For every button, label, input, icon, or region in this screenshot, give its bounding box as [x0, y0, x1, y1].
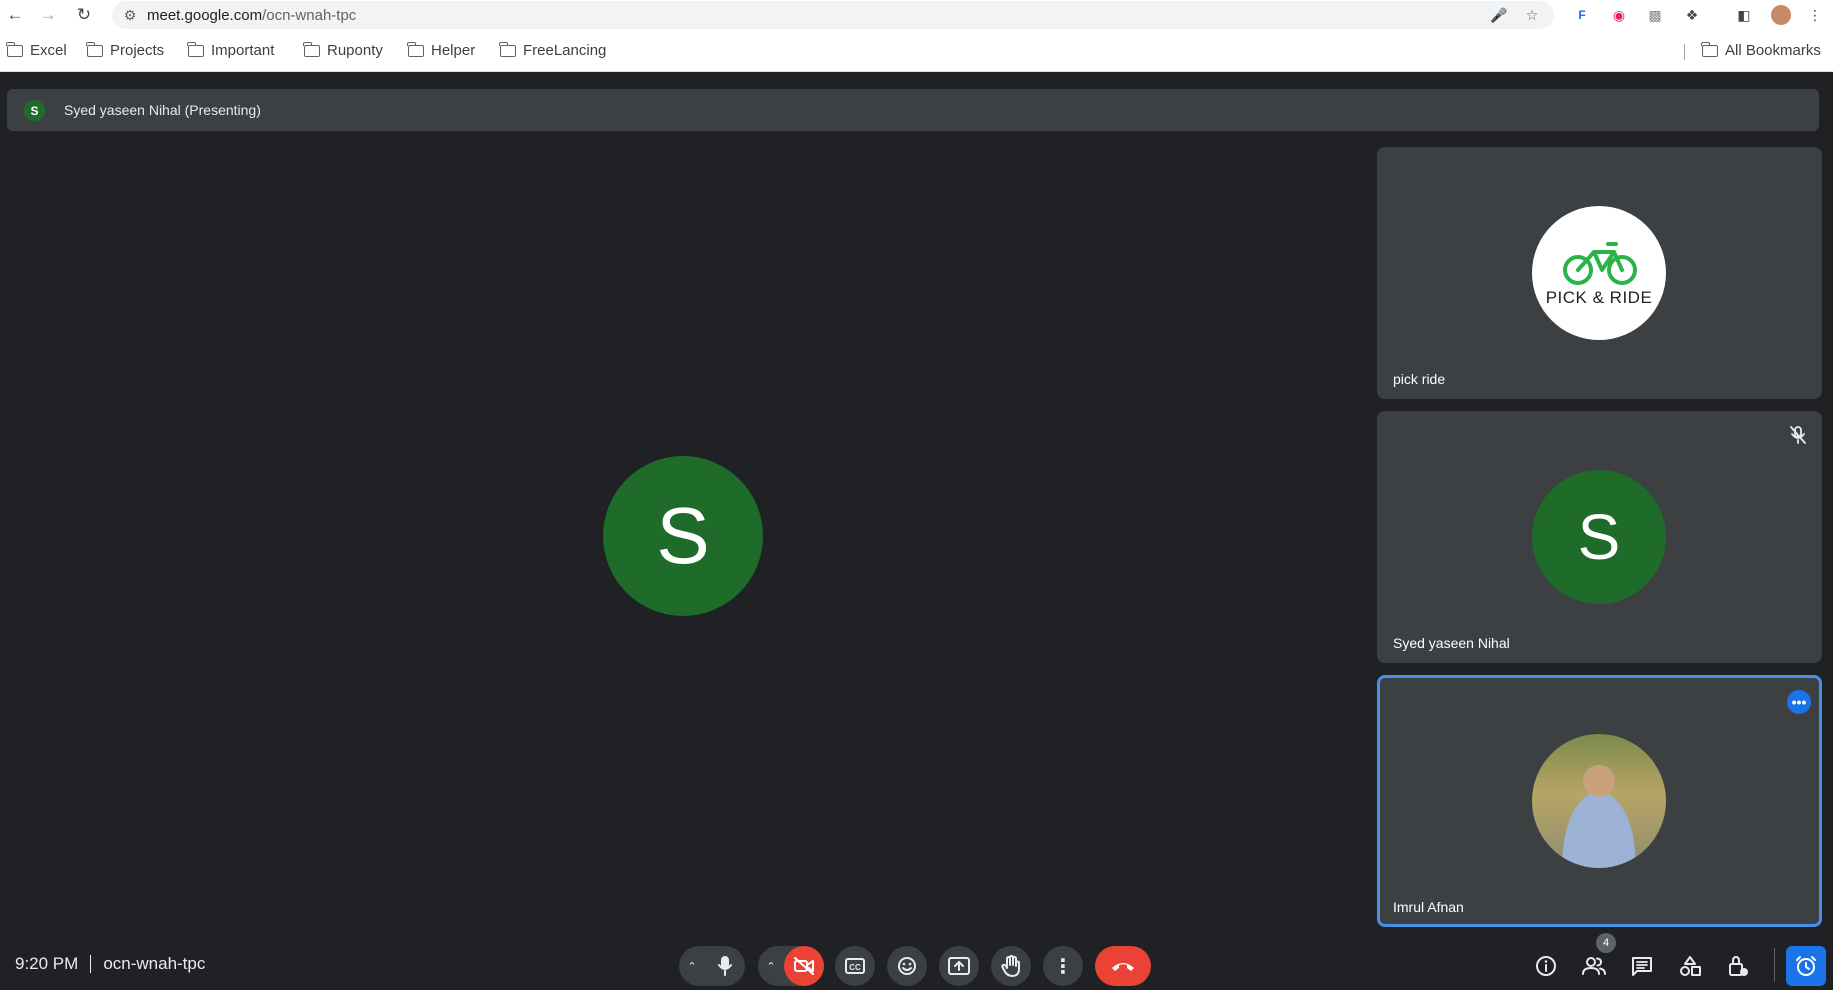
- info-icon: [1536, 956, 1556, 976]
- bookmark-star-icon[interactable]: ☆: [1523, 6, 1541, 24]
- address-bar[interactable]: ⚙ meet.google.com/ocn-wnah-tpc 🎤 ☆: [112, 1, 1554, 29]
- extension-icon[interactable]: F: [1572, 5, 1592, 25]
- activities-button[interactable]: [1676, 952, 1704, 980]
- host-controls-button[interactable]: [1724, 952, 1752, 980]
- participant-photo: [1532, 734, 1666, 868]
- participant-tile-imrul[interactable]: ••• Imrul Afnan: [1377, 675, 1822, 927]
- leave-call-button[interactable]: [1095, 946, 1151, 986]
- presenting-label: Syed yaseen Nihal (Presenting): [64, 102, 261, 118]
- bookmarks-bar: Excel Projects Important Ruponty Helper …: [0, 30, 1833, 72]
- controls-divider: [1774, 948, 1775, 982]
- participant-name: Imrul Afnan: [1393, 899, 1464, 915]
- meeting-info: 9:20 PM ocn-wnah-tpc: [15, 954, 205, 974]
- reload-icon[interactable]: ↻: [73, 4, 95, 26]
- meeting-code: ocn-wnah-tpc: [103, 954, 206, 973]
- site-info-icon[interactable]: ⚙: [121, 6, 139, 24]
- mic-options-chevron-icon[interactable]: ⌃: [679, 960, 705, 973]
- present-screen-button[interactable]: [939, 946, 979, 986]
- voice-search-icon[interactable]: 🎤: [1490, 6, 1508, 24]
- chat-button[interactable]: [1628, 952, 1656, 980]
- more-options-button[interactable]: ⋮: [1043, 946, 1083, 986]
- bookmark-projects[interactable]: Projects: [86, 41, 164, 59]
- camera-off-icon: [794, 957, 814, 975]
- chat-icon: [1632, 957, 1652, 976]
- meeting-details-button[interactable]: [1532, 952, 1560, 980]
- emoji-icon: [898, 957, 916, 975]
- alarm-clock-icon: [1796, 956, 1816, 976]
- mic-off-icon: [1788, 425, 1808, 445]
- presenter-avatar: S: [24, 100, 45, 121]
- folder-icon: [6, 41, 23, 57]
- shapes-icon: [1680, 956, 1701, 976]
- folder-icon: [86, 41, 103, 57]
- participant-tile-syed[interactable]: S Syed yaseen Nihal: [1377, 411, 1822, 663]
- more-vert-icon: ⋮: [1053, 955, 1073, 978]
- pick-ride-logo: PICK & RIDE: [1532, 206, 1666, 340]
- participant-name: pick ride: [1393, 371, 1446, 387]
- profile-avatar[interactable]: [1771, 5, 1791, 25]
- meeting-time: 9:20 PM: [15, 954, 79, 973]
- timer-button[interactable]: [1786, 946, 1826, 986]
- people-icon: [1582, 957, 1606, 975]
- extensions-puzzle-icon[interactable]: ❖: [1682, 5, 1702, 25]
- more-options-icon[interactable]: •••: [1787, 690, 1811, 714]
- people-button[interactable]: [1580, 952, 1608, 980]
- captions-button[interactable]: CC: [835, 946, 875, 986]
- participant-name: Syed yaseen Nihal: [1393, 635, 1510, 651]
- presenting-banner: S Syed yaseen Nihal (Presenting): [7, 89, 1819, 131]
- back-icon[interactable]: ←: [4, 4, 26, 26]
- forward-icon[interactable]: →: [37, 4, 59, 26]
- participant-tile-pick-ride[interactable]: PICK & RIDE pick ride: [1377, 147, 1822, 399]
- bookmark-freelancing[interactable]: FreeLancing: [499, 41, 606, 59]
- hang-up-icon: [1112, 963, 1134, 971]
- hand-icon: [1001, 955, 1020, 977]
- bicycle-icon: [1563, 242, 1637, 285]
- emoji-reactions-button[interactable]: [887, 946, 927, 986]
- present-icon: [948, 957, 970, 975]
- bookmarks-divider: [1684, 44, 1685, 60]
- folder-icon: [303, 41, 320, 57]
- camera-off-button[interactable]: [784, 946, 824, 986]
- mic-control-group: ⌃: [679, 946, 745, 986]
- folder-icon: [1701, 41, 1718, 57]
- info-divider: [90, 955, 92, 973]
- main-stage-avatar: S: [603, 456, 763, 616]
- side-panel-icon[interactable]: ◧: [1734, 5, 1754, 25]
- browser-toolbar: ← → ↻ ⚙ meet.google.com/ocn-wnah-tpc 🎤 ☆…: [0, 0, 1833, 30]
- svg-text:CC: CC: [849, 963, 861, 972]
- lock-person-icon: [1729, 956, 1748, 976]
- mic-icon: [718, 956, 732, 976]
- all-bookmarks[interactable]: All Bookmarks: [1701, 41, 1821, 59]
- profile-extension-icon[interactable]: ▩: [1645, 5, 1665, 25]
- captions-icon: CC: [845, 958, 865, 974]
- bookmark-ruponty[interactable]: Ruponty: [303, 41, 383, 59]
- camera-control-group: ⌃: [758, 946, 824, 986]
- bookmark-excel[interactable]: Excel: [6, 41, 67, 59]
- participant-count-badge: 4: [1596, 933, 1616, 953]
- bookmark-helper[interactable]: Helper: [407, 41, 475, 59]
- folder-icon: [407, 41, 424, 57]
- participant-avatar: S: [1532, 470, 1666, 604]
- folder-icon: [499, 41, 516, 57]
- bookmark-important[interactable]: Important: [187, 41, 274, 59]
- browser-menu-icon[interactable]: ⋮: [1805, 5, 1825, 25]
- camera-options-chevron-icon[interactable]: ⌃: [758, 960, 784, 973]
- mic-button[interactable]: [705, 946, 745, 986]
- folder-icon: [187, 41, 204, 57]
- color-extension-icon[interactable]: ◉: [1609, 5, 1629, 25]
- raise-hand-button[interactable]: [991, 946, 1031, 986]
- url-text: meet.google.com/ocn-wnah-tpc: [147, 7, 357, 24]
- pick-ride-logo-text: PICK & RIDE: [1545, 288, 1653, 307]
